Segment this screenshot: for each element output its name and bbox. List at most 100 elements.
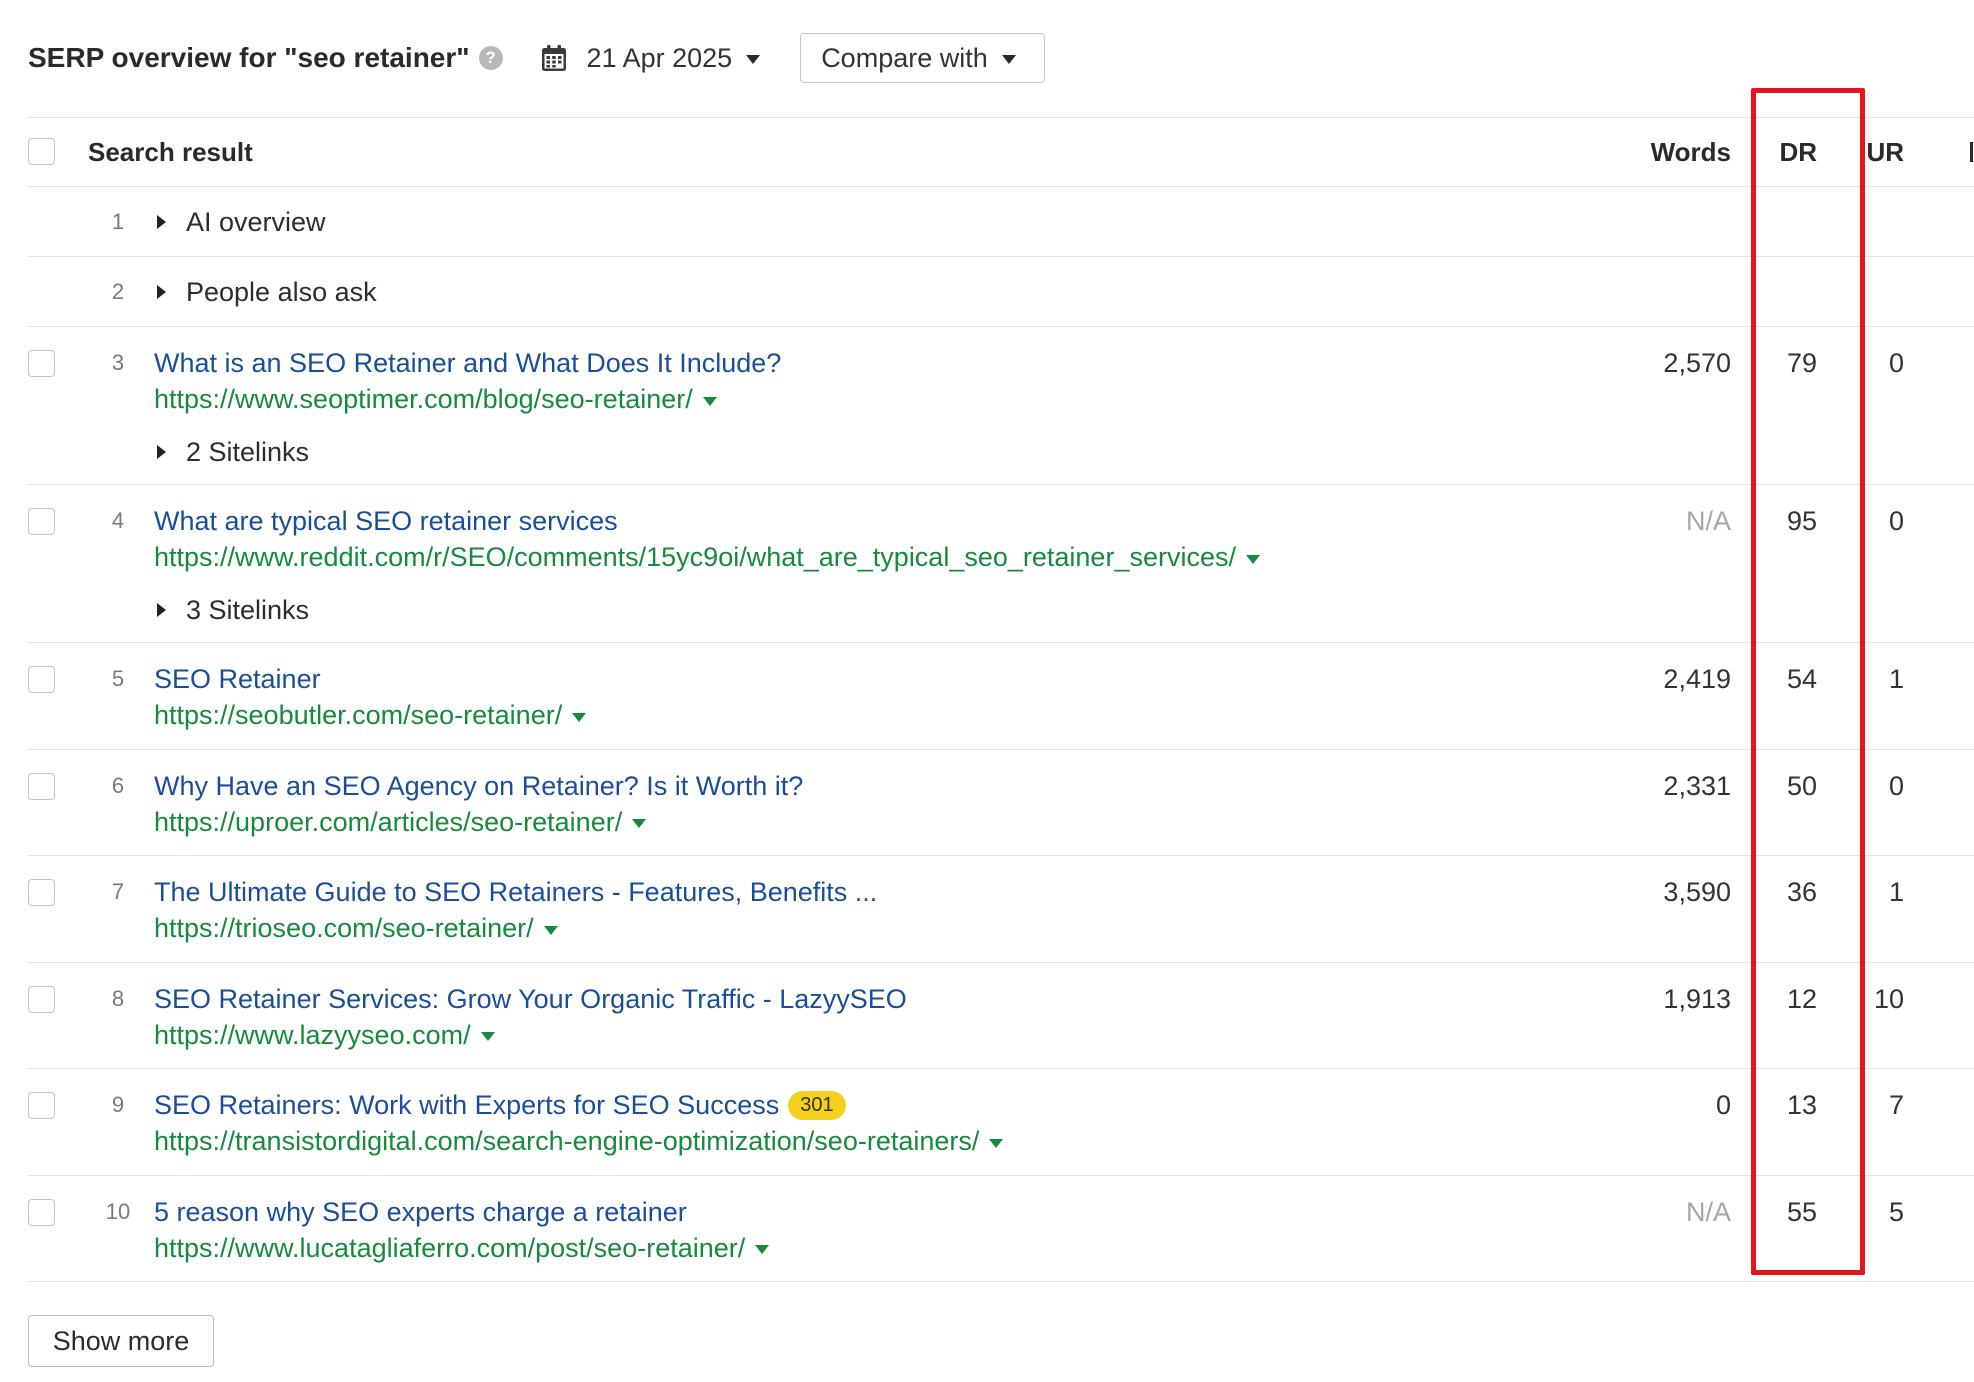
ur-cell: 7 [1888, 1090, 1904, 1120]
help-icon[interactable] [478, 46, 503, 70]
row-checkbox[interactable] [28, 985, 55, 1013]
serp-feature-label[interactable]: AI overview [186, 204, 326, 240]
words-cell: 2,331 [1663, 770, 1731, 801]
table-row: 7 The Ultimate Guide to SEO Retainers - … [28, 855, 1974, 962]
chevron-down-icon [746, 54, 761, 64]
dr-cell: 79 [1786, 348, 1817, 378]
serp-feature-row: 1 AI overview [28, 186, 1974, 256]
redirect-status-badge: 301 [788, 1090, 846, 1120]
position-number: 8 [111, 985, 125, 1011]
position-number: 2 [111, 279, 125, 304]
sitelinks-toggle[interactable]: 3 Sitelinks [154, 592, 1260, 628]
result-url-link[interactable]: https://www.lucatagliaferro.com/post/seo… [154, 1230, 745, 1266]
result-title-link[interactable]: SEO Retainer [154, 661, 321, 697]
search-result: Why Have an SEO Agency on Retainer? Is i… [154, 768, 803, 840]
select-all-checkbox[interactable] [28, 138, 55, 165]
serp-feature-label[interactable]: People also ask [186, 274, 377, 310]
serp-table: Search result Words DR UR 1 AI overview … [28, 117, 1974, 1282]
dr-cell: 36 [1786, 877, 1817, 907]
result-url-link[interactable]: https://transistordigital.com/search-eng… [154, 1123, 979, 1159]
ur-cell: 10 [1873, 983, 1904, 1014]
result-url-link[interactable]: https://www.reddit.com/r/SEO/comments/15… [154, 539, 1236, 575]
row-checkbox[interactable] [28, 1092, 55, 1119]
serp-toolbar: SERP overview for "seo retainer" 21 Apr … [28, 33, 1046, 83]
search-result: What is an SEO Retainer and What Does It… [154, 345, 781, 470]
result-title-link[interactable]: Why Have an SEO Agency on Retainer? Is i… [154, 768, 803, 804]
row-checkbox[interactable] [28, 1198, 55, 1226]
table-header: Search result Words DR UR [28, 117, 1974, 186]
column-header-words[interactable]: Words [1591, 134, 1731, 170]
ur-cell: 0 [1888, 348, 1904, 378]
position-number: 9 [111, 1092, 125, 1117]
url-menu-icon[interactable] [543, 925, 558, 935]
row-checkbox[interactable] [28, 772, 55, 800]
row-checkbox[interactable] [28, 508, 55, 535]
column-header-dr[interactable]: DR [1737, 134, 1817, 170]
compare-with-button[interactable]: Compare with [800, 33, 1046, 83]
show-more-button[interactable]: Show more [28, 1315, 214, 1367]
search-result: 5 reason why SEO experts charge a retain… [154, 1194, 770, 1266]
words-cell: 2,419 [1663, 664, 1731, 694]
position-number: 3 [111, 350, 125, 375]
result-url-link[interactable]: https://uproer.com/articles/seo-retainer… [154, 804, 622, 840]
result-title-link[interactable]: SEO Retainers: Work with Experts for SEO… [154, 1087, 779, 1123]
chevron-down-icon [1001, 54, 1016, 64]
table-row: 6 Why Have an SEO Agency on Retainer? Is… [28, 748, 1974, 856]
result-title-link[interactable]: 5 reason why SEO experts charge a retain… [154, 1194, 687, 1230]
result-url-link[interactable]: https://trioseo.com/seo-retainer/ [154, 910, 534, 946]
table-row: 8 SEO Retainer Services: Grow Your Organ… [28, 961, 1974, 1069]
row-checkbox[interactable] [28, 666, 55, 693]
result-title-link[interactable]: What is an SEO Retainer and What Does It… [154, 345, 781, 381]
result-url-link[interactable]: https://seobutler.com/seo-retainer/ [154, 697, 562, 733]
result-url-link[interactable]: https://www.lazyyseo.com/ [154, 1017, 471, 1053]
words-cell: N/A [1685, 1196, 1731, 1227]
url-menu-icon[interactable] [1245, 554, 1260, 564]
dr-cell: 50 [1786, 770, 1817, 801]
search-result: The Ultimate Guide to SEO Retainers - Fe… [154, 874, 877, 946]
row-checkbox[interactable] [28, 879, 55, 906]
position-number: 1 [111, 209, 125, 234]
page-title: SERP overview for "seo retainer" [28, 42, 470, 73]
date-picker[interactable]: 21 Apr 2025 [587, 43, 761, 74]
row-checkbox[interactable] [28, 350, 55, 377]
date-value: 21 Apr 2025 [586, 42, 733, 73]
sitelinks-toggle[interactable]: 2 Sitelinks [154, 434, 781, 470]
ur-cell: 1 [1888, 664, 1904, 694]
url-menu-icon[interactable] [755, 1245, 770, 1254]
dr-cell: 12 [1786, 983, 1817, 1014]
url-menu-icon[interactable] [572, 712, 587, 722]
dr-cell: 13 [1786, 1090, 1817, 1120]
position-number: 7 [111, 879, 125, 904]
expand-triangle-icon[interactable] [157, 215, 166, 229]
dr-cell: 55 [1786, 1196, 1817, 1227]
expand-triangle-icon [157, 603, 166, 617]
position-number: 5 [111, 666, 125, 691]
url-menu-icon[interactable] [632, 819, 647, 828]
words-cell: 2,570 [1663, 348, 1731, 378]
expand-triangle-icon[interactable] [157, 285, 166, 299]
calendar-icon[interactable] [541, 44, 567, 72]
search-result: SEO Retainer Services: Grow Your Organic… [154, 981, 907, 1053]
clipped-column-header [1970, 142, 1973, 162]
search-result: SEO Retainer https://seobutler.com/seo-r… [154, 661, 587, 733]
column-header-ur[interactable]: UR [1834, 134, 1904, 170]
column-header-search-result[interactable]: Search result [88, 134, 253, 170]
url-menu-icon[interactable] [702, 396, 717, 406]
words-cell: 1,913 [1663, 983, 1731, 1014]
table-row: 3 What is an SEO Retainer and What Does … [28, 326, 1974, 484]
result-url-link[interactable]: https://www.seoptimer.com/blog/seo-retai… [154, 381, 693, 417]
dr-cell: 95 [1786, 506, 1817, 536]
table-row: 10 5 reason why SEO experts charge a ret… [28, 1174, 1974, 1282]
search-result: SEO Retainers: Work with Experts for SEO… [154, 1087, 1004, 1159]
words-cell: 0 [1715, 1090, 1731, 1120]
result-title-link[interactable]: SEO Retainer Services: Grow Your Organic… [154, 981, 907, 1017]
ur-cell: 0 [1888, 770, 1904, 801]
url-menu-icon[interactable] [989, 1138, 1004, 1148]
result-title-link[interactable]: The Ultimate Guide to SEO Retainers - Fe… [154, 874, 877, 910]
show-more-label: Show more [52, 1325, 190, 1356]
words-cell: N/A [1685, 506, 1731, 536]
url-menu-icon[interactable] [480, 1032, 495, 1041]
sitelinks-label: 2 Sitelinks [186, 436, 310, 467]
result-title-link[interactable]: What are typical SEO retainer services [154, 503, 618, 539]
words-cell: 3,590 [1663, 877, 1731, 907]
